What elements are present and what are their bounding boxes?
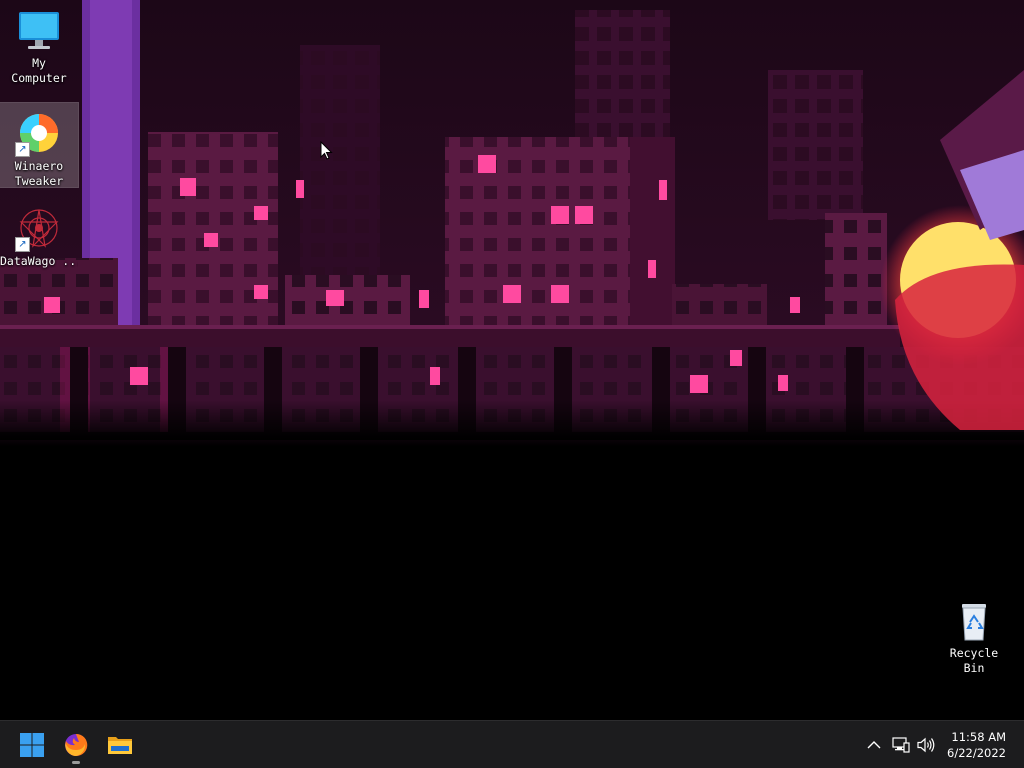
mouse-pointer-icon <box>320 141 333 160</box>
desktop-icon-label: DataWago ... <box>0 254 78 268</box>
desktop-icon-winaero-tweaker[interactable]: ↗ Winaero Tweaker <box>0 102 79 188</box>
shortcut-arrow-icon: ↗ <box>15 142 30 157</box>
desktop-icon-label: Winaero Tweaker <box>14 159 64 188</box>
shortcut-arrow-icon: ↗ <box>15 237 30 252</box>
recycle-bin-icon <box>950 596 998 644</box>
taskbar-file-explorer-button[interactable] <box>100 725 140 765</box>
wallpaper <box>0 0 1024 720</box>
taskbar: 11:58 AM 6/22/2022 <box>0 720 1024 768</box>
network-icon <box>892 737 910 753</box>
desktop-icon-datawago[interactable]: ↗ DataWago ... <box>0 198 78 273</box>
monitor-icon <box>15 6 63 54</box>
desktop[interactable]: My Computer ↗ Winaero Tweaker ↗ DataWago… <box>0 0 1024 720</box>
winaero-tweaker-icon: ↗ <box>15 109 63 157</box>
chevron-up-icon <box>867 741 881 749</box>
desktop-icon-label: My Computer <box>11 56 67 85</box>
volume-button[interactable] <box>915 733 937 757</box>
folder-icon <box>108 737 132 754</box>
show-hidden-icons-button[interactable] <box>864 733 884 757</box>
start-button[interactable] <box>12 725 52 765</box>
taskbar-firefox-button[interactable] <box>56 725 96 765</box>
clock-date: 6/22/2022 <box>947 746 1006 760</box>
clock-time: 11:58 AM <box>951 730 1006 744</box>
network-button[interactable] <box>890 733 912 757</box>
desktop-icon-label: Recycle Bin <box>949 646 999 675</box>
windows-logo-icon <box>20 733 44 757</box>
clock[interactable]: 11:58 AM 6/22/2022 <box>947 729 1006 761</box>
firefox-icon <box>65 733 88 756</box>
volume-icon <box>917 737 935 753</box>
datawago-icon: ↗ <box>15 204 63 252</box>
desktop-icon-my-computer[interactable]: My Computer <box>0 0 78 90</box>
running-indicator <box>72 761 80 764</box>
desktop-icon-recycle-bin[interactable]: Recycle Bin <box>935 590 1013 680</box>
